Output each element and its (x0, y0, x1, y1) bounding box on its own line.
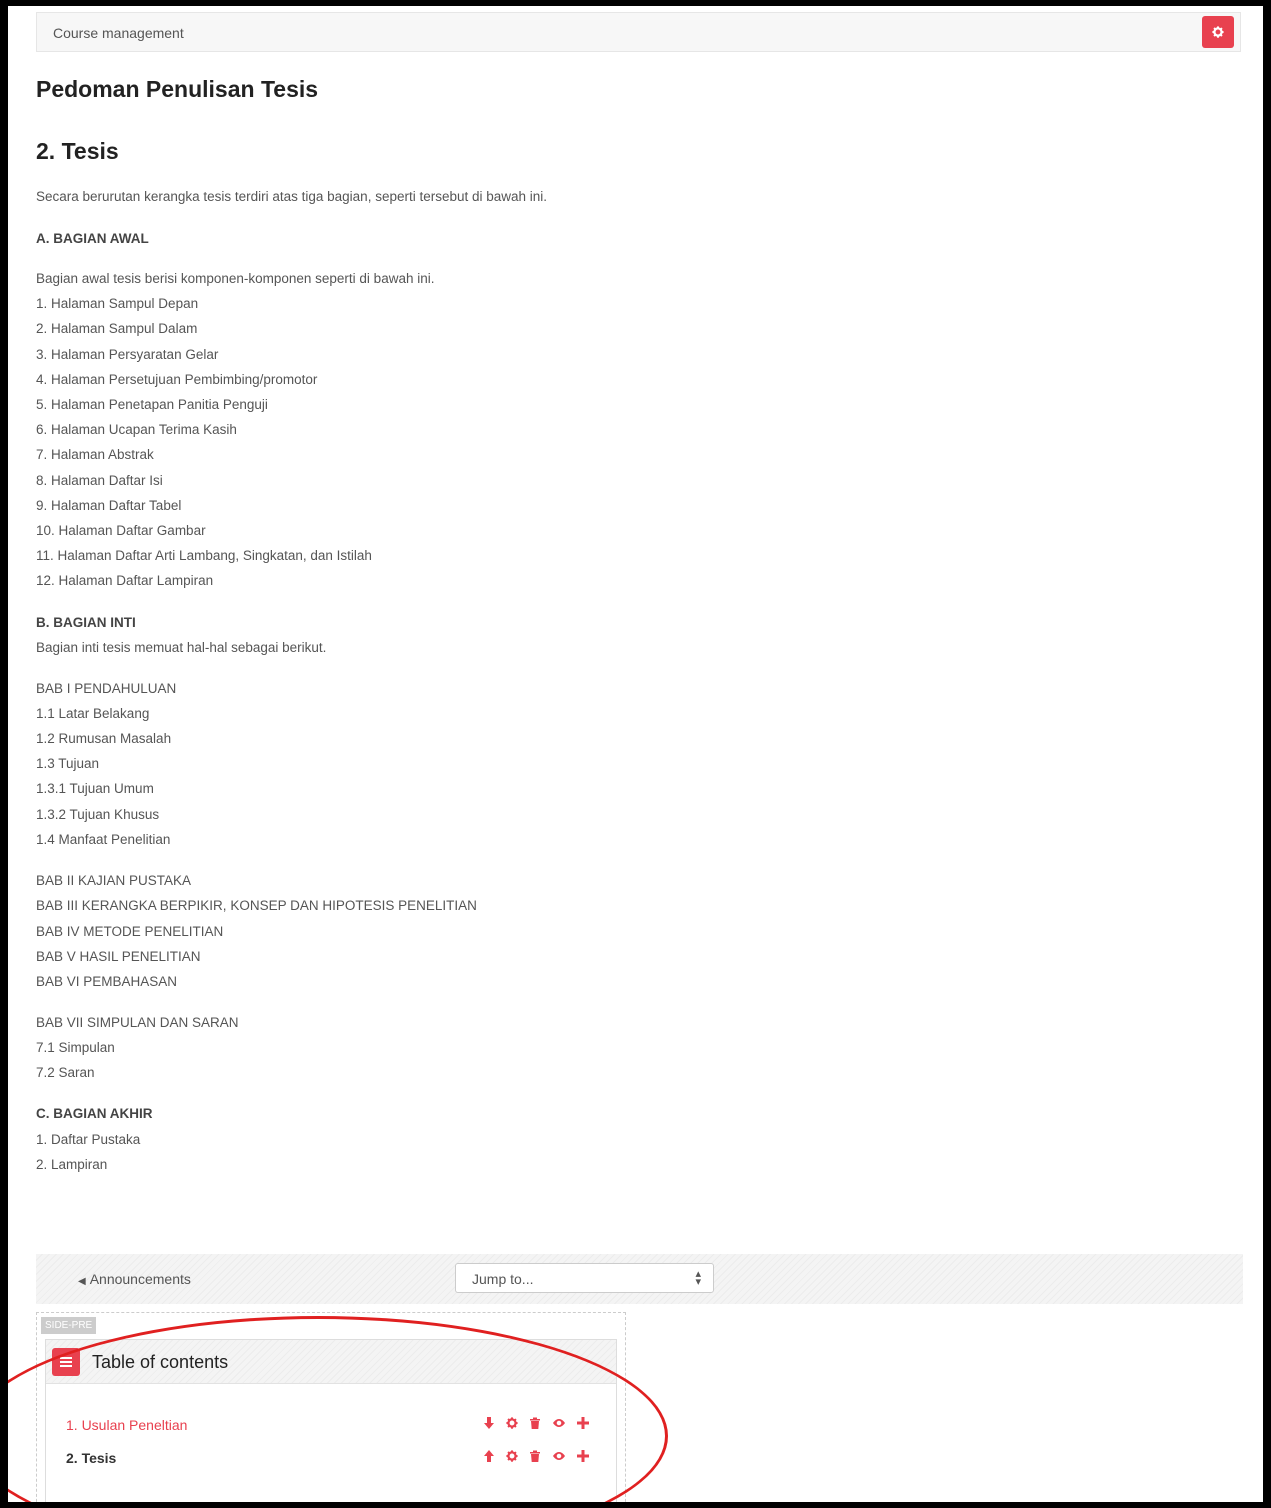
toc-block: Table of contents 1. Usulan Peneltian 2.… (45, 1339, 617, 1502)
list-item: BAB VII SIMPULAN DAN SARAN (36, 1015, 239, 1030)
toc-item-actions (482, 1449, 590, 1463)
list-item: 1. Daftar Pustaka (36, 1132, 141, 1147)
list-item: 12. Halaman Daftar Lampiran (36, 573, 214, 588)
list-item: 1.3.2 Tujuan Khusus (36, 807, 160, 822)
list-item: 1.2 Rumusan Masalah (36, 731, 172, 746)
list-item: 1.4 Manfaat Penelitian (36, 832, 171, 847)
list-item: 2. Lampiran (36, 1157, 108, 1172)
part-b-intro: Bagian inti tesis memuat hal-hal sebagai… (36, 640, 327, 655)
list-item: 1.1 Latar Belakang (36, 706, 150, 721)
list-item: 4. Halaman Persetujuan Pembimbing/promot… (36, 372, 318, 387)
trash-icon[interactable] (528, 1416, 542, 1430)
toc-item-tesis[interactable]: 2. Tesis (66, 1450, 116, 1466)
course-management-bar: Course management (36, 12, 1241, 52)
prev-section-link[interactable]: ◀ Announcements (78, 1271, 191, 1287)
list-item: 3. Halaman Persyaratan Gelar (36, 347, 219, 362)
section-navigation: ◀ Announcements Jump to... ▴ ▾ (36, 1254, 1243, 1304)
settings-button[interactable] (1202, 16, 1234, 48)
eye-icon[interactable] (551, 1449, 567, 1463)
list-item: 1. Halaman Sampul Depan (36, 296, 199, 311)
select-arrows-icon: ▴ ▾ (695, 1268, 701, 1288)
plus-icon[interactable] (576, 1416, 590, 1430)
list-item: BAB III KERANGKA BERPIKIR, KONSEP DAN HI… (36, 898, 477, 913)
trash-icon[interactable] (528, 1449, 542, 1463)
list-item: BAB I PENDAHULUAN (36, 681, 177, 696)
prev-section-label: Announcements (89, 1271, 191, 1287)
part-a-heading: A. BAGIAN AWAL (36, 231, 149, 246)
list-item: 1.3.1 Tujuan Umum (36, 781, 154, 796)
toc-block-title: Table of contents (92, 1352, 229, 1372)
list-item: 8. Halaman Daftar Isi (36, 473, 163, 488)
breadcrumb[interactable]: Course management (53, 25, 184, 41)
plus-icon[interactable] (576, 1449, 590, 1463)
part-c-heading: C. BAGIAN AKHIR (36, 1106, 153, 1121)
toc-item-actions (482, 1416, 590, 1430)
list-item: 9. Halaman Daftar Tabel (36, 498, 182, 513)
jump-to-select[interactable]: Jump to... ▴ ▾ (455, 1263, 714, 1293)
list-item: 11. Halaman Daftar Arti Lambang, Singkat… (36, 548, 372, 563)
list-item: 7.1 Simpulan (36, 1040, 115, 1055)
list-item: 7.2 Saran (36, 1065, 95, 1080)
toc-item-usulan-penelitian[interactable]: 1. Usulan Peneltian (66, 1417, 187, 1433)
eye-icon[interactable] (551, 1416, 567, 1430)
list-item: 2. Halaman Sampul Dalam (36, 321, 198, 336)
toc-block-header: Table of contents (46, 1340, 616, 1384)
list-item: BAB IV METODE PENELITIAN (36, 924, 224, 939)
triangle-left-icon: ◀ (78, 1276, 86, 1287)
jump-to-value: Jump to... (472, 1271, 534, 1287)
list-item: BAB II KAJIAN PUSTAKA (36, 873, 192, 888)
gear-icon (1212, 26, 1224, 38)
list-item: 7. Halaman Abstrak (36, 447, 154, 462)
arrow-down-icon[interactable] (482, 1416, 496, 1430)
page-frame: Course management Pedoman Penulisan Tesi… (8, 6, 1263, 1502)
part-b-heading: B. BAGIAN INTI (36, 615, 136, 630)
gear-icon[interactable] (505, 1449, 519, 1463)
intro-text: Secara berurutan kerangka tesis terdiri … (36, 189, 548, 204)
list-item: 10. Halaman Daftar Gambar (36, 523, 206, 538)
section-title: 2. Tesis (36, 138, 119, 164)
list-item: BAB VI PEMBAHASAN (36, 974, 178, 989)
region-tag: SIDE-PRE (41, 1317, 97, 1334)
side-pre-region: SIDE-PRE Table of contents 1. Usulan Pen… (36, 1312, 626, 1502)
arrow-up-icon[interactable] (482, 1449, 496, 1463)
part-a-intro: Bagian awal tesis berisi komponen-kompon… (36, 271, 435, 286)
gear-icon[interactable] (505, 1416, 519, 1430)
list-item: 5. Halaman Penetapan Panitia Penguji (36, 397, 268, 412)
list-item: BAB V HASIL PENELITIAN (36, 949, 201, 964)
list-item: 6. Halaman Ucapan Terima Kasih (36, 422, 237, 437)
menu-icon (52, 1348, 80, 1376)
list-item: 1.3 Tujuan (36, 756, 100, 771)
page-title: Pedoman Penulisan Tesis (36, 76, 319, 102)
